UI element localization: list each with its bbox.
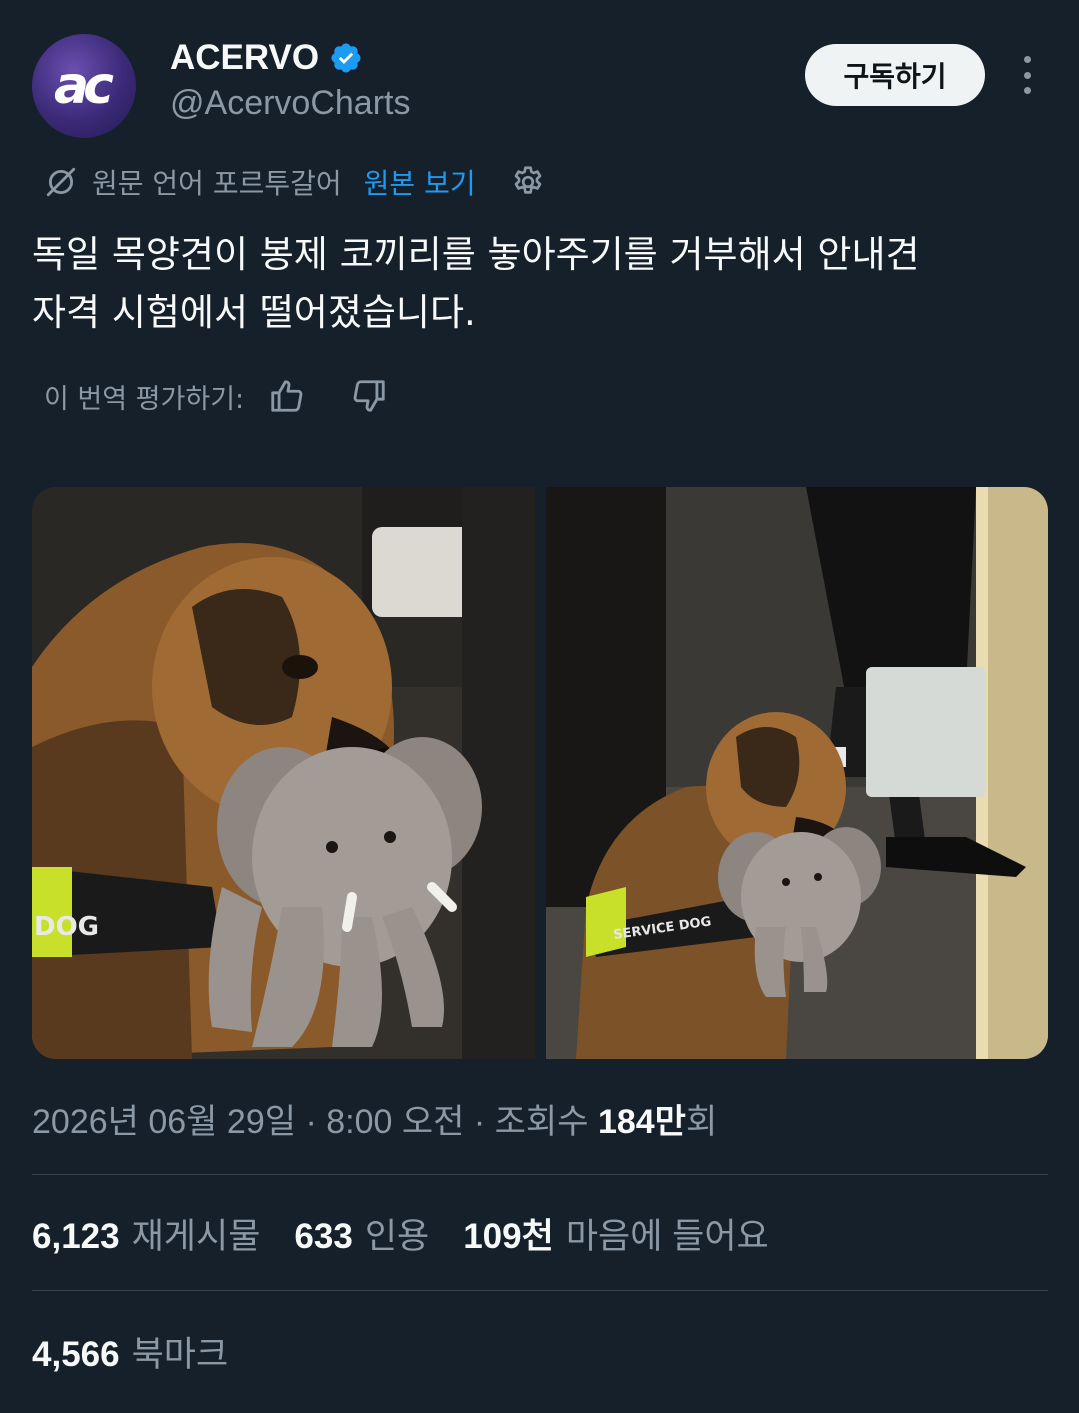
dog-elephant-photo: DOG <box>32 487 535 1059</box>
tweet-text-line: 독일 목양견이 봉제 코끼리를 놓아주기를 거부해서 안내견 <box>32 233 920 276</box>
verified-badge-icon <box>331 43 361 73</box>
tweet-text-line: 자격 시험에서 떨어졌습니다. <box>32 291 476 334</box>
divider <box>32 1290 1048 1291</box>
author-handle[interactable]: @AcervoCharts <box>170 84 410 123</box>
gear-icon[interactable] <box>510 164 546 200</box>
harness-text: DOG <box>34 912 99 942</box>
views-prefix: 조회수 <box>494 1103 598 1141</box>
tweet-time[interactable]: 8:00 오전 <box>326 1103 464 1141</box>
views-suffix: 회 <box>685 1103 718 1141</box>
tweet-date[interactable]: 2026년 06월 29일 <box>32 1103 296 1141</box>
more-vertical-icon[interactable] <box>1010 52 1044 98</box>
quotes-stat[interactable]: 633 인용 <box>294 1208 429 1259</box>
meta-separator: · <box>296 1103 327 1141</box>
reposts-label: 재게시물 <box>131 1217 261 1256</box>
likes-stat[interactable]: 109천 마음에 들어요 <box>463 1208 769 1259</box>
likes-label: 마음에 들어요 <box>565 1217 769 1256</box>
subscribe-button[interactable]: 구독하기 <box>805 44 985 106</box>
translation-bar: 원문 언어 포르투갈어 원본 보기 <box>44 160 546 204</box>
bookmarks-count: 4,566 <box>32 1335 120 1374</box>
engagement-stats: 6,123 재게시물 633 인용 109천 마음에 들어요 <box>32 1208 803 1259</box>
meta-separator: · <box>464 1103 495 1141</box>
quotes-count: 633 <box>294 1217 353 1256</box>
photo-dog-closeup[interactable]: DOG <box>32 487 535 1059</box>
avatar-text: ac <box>54 56 114 116</box>
avatar[interactable]: ac <box>32 34 136 138</box>
bookmarks-stat[interactable]: 4,566 북마크 <box>32 1326 228 1377</box>
tweet-meta: 2026년 06월 29일 · 8:00 오전 · 조회수 184만회 <box>32 1094 717 1143</box>
divider <box>32 1174 1048 1175</box>
rate-translation-row: 이 번역 평가하기: <box>44 374 388 418</box>
display-name[interactable]: ACERVO <box>170 38 319 78</box>
views-count: 184만 <box>597 1103 686 1141</box>
quotes-label: 인용 <box>364 1217 430 1256</box>
translate-off-icon <box>46 167 76 197</box>
thumbs-up-icon[interactable] <box>268 377 306 415</box>
source-language-text: 원문 언어 포르투갈어 <box>92 167 342 200</box>
dog-platform-photo: SERVICE DOG <box>546 487 1048 1059</box>
photo-dog-platform[interactable]: SERVICE DOG <box>546 487 1048 1059</box>
reposts-count: 6,123 <box>32 1217 120 1256</box>
tweet-text: 독일 목양견이 봉제 코끼리를 놓아주기를 거부해서 안내견 자격 시험에서 떨… <box>32 226 1042 342</box>
author-name-row[interactable]: ACERVO <box>170 38 363 78</box>
show-original-link[interactable]: 원본 보기 <box>364 162 476 202</box>
reposts-stat[interactable]: 6,123 재게시물 <box>32 1208 260 1259</box>
bookmarks-label: 북마크 <box>131 1335 229 1374</box>
rate-translation-label: 이 번역 평가하기: <box>44 383 245 415</box>
thumbs-down-icon[interactable] <box>350 377 388 415</box>
likes-count: 109천 <box>463 1217 554 1256</box>
